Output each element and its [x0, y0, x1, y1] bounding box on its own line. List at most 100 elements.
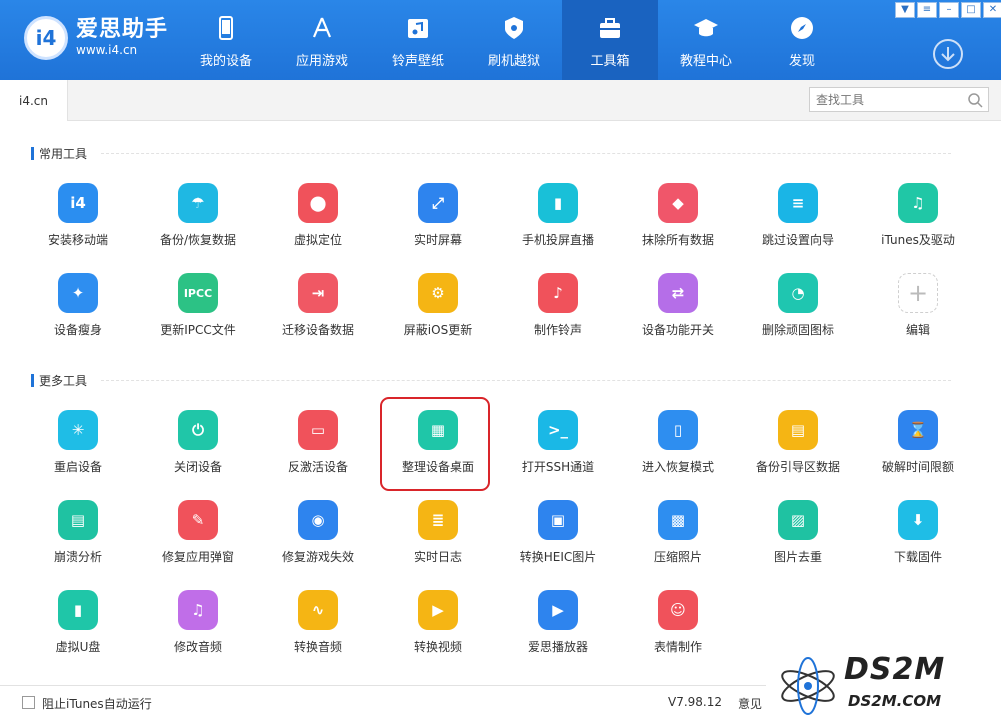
close-button[interactable]: ✕: [983, 2, 1001, 18]
tool-item[interactable]: ☺ 表情制作: [618, 588, 738, 678]
tool-item[interactable]: + 编辑: [858, 271, 978, 361]
tool-item[interactable]: ▨ 图片去重: [738, 498, 858, 588]
tool-item[interactable]: ✎ 修复应用弹窗: [138, 498, 258, 588]
nav-ringtones[interactable]: 铃声壁纸: [370, 0, 466, 80]
tool-item[interactable]: ✳ 重启设备: [18, 408, 138, 498]
nav-tutorials[interactable]: 教程中心: [658, 0, 754, 80]
tool-item[interactable]: ◔ 删除顽固图标: [738, 271, 858, 361]
shirt-icon: ▼: [901, 4, 909, 15]
section-more-header: 更多工具: [31, 372, 952, 388]
tool-item[interactable]: ≣ 实时日志: [378, 498, 498, 588]
nav-toolbox[interactable]: 工具箱: [562, 0, 658, 80]
tool-label: 反激活设备: [287, 460, 348, 474]
tool-item[interactable]: ▩ 压缩照片: [618, 498, 738, 588]
close-icon: ✕: [988, 4, 998, 15]
tool-item[interactable]: ◉ 修复游戏失效: [258, 498, 378, 588]
nav-flash[interactable]: 刷机越狱: [466, 0, 562, 80]
tool-item[interactable]: ▤ 备份引导区数据: [738, 408, 858, 498]
tool-item[interactable]: ♫ iTunes及驱动: [858, 181, 978, 271]
tab-label: i4.cn: [19, 93, 48, 108]
toolbox-icon: [600, 18, 620, 38]
tab-i4cn[interactable]: i4.cn: [0, 80, 68, 121]
tool-item[interactable]: ▶ 爱思播放器: [498, 588, 618, 678]
tool-label: 删除顽固图标: [761, 323, 834, 337]
tool-item[interactable]: ∿ 转换音频: [258, 588, 378, 678]
tool-item[interactable]: ▣ 转换HEIC图片: [498, 498, 618, 588]
tool-label: 转换音频: [293, 640, 342, 654]
nav-label: 应用游戏: [295, 54, 348, 69]
menu-icon: ≡: [922, 4, 932, 15]
tool-icon: ≡: [778, 183, 818, 223]
tool-label: 编辑: [905, 323, 930, 337]
tool-label: 安装移动端: [47, 233, 108, 247]
tool-icon: ⚙: [418, 273, 458, 313]
tool-icon: ◔: [778, 273, 818, 313]
nav-discover[interactable]: 发现: [754, 0, 850, 80]
menu-button[interactable]: ≡: [917, 2, 937, 18]
compass-icon: [791, 17, 813, 39]
common-tools-grid: i4 安装移动端 ☂ 备份/恢复数据 ⬤ 虚拟定位 ⤢ 实时屏幕 ▮ 手机投屏直播 ◆ 抹除所有数据 ≡…: [18, 181, 978, 361]
main-nav: 我的设备 应用游戏 铃声壁纸 刷机越狱 工具箱 教程中心 发现: [178, 0, 850, 80]
tool-label: 压缩照片: [653, 550, 702, 564]
tool-item[interactable]: ▮ 虚拟U盘: [18, 588, 138, 678]
minimize-button[interactable]: –: [939, 2, 959, 18]
feedback-link[interactable]: 意见: [738, 695, 762, 712]
tool-item[interactable]: ☂ 备份/恢复数据: [138, 181, 258, 271]
search-input[interactable]: [816, 92, 962, 107]
nav-label: 刷机越狱: [487, 54, 540, 69]
tool-icon: ▶: [538, 590, 578, 630]
watermark: DS2M DS2M.COM: [766, 652, 1001, 719]
tool-item[interactable]: ⇄ 设备功能开关: [618, 271, 738, 361]
tool-item[interactable]: ▯ 进入恢复模式: [618, 408, 738, 498]
block-itunes-label[interactable]: 阻止iTunes自动运行: [42, 695, 152, 712]
tool-item[interactable]: ✦ 设备瘦身: [18, 271, 138, 361]
tool-item[interactable]: ⤢ 实时屏幕: [378, 181, 498, 271]
tool-label: 崩溃分析: [53, 550, 102, 564]
nav-my-device[interactable]: 我的设备: [178, 0, 274, 80]
tool-item[interactable]: ▶ 转换视频: [378, 588, 498, 678]
app-window: i4 爱思助手 www.i4.cn 我的设备 应用游戏 铃声壁纸 刷机越狱 工具…: [0, 0, 1001, 719]
tool-label: 重启设备: [53, 460, 102, 474]
tool-item[interactable]: ▤ 崩溃分析: [18, 498, 138, 588]
tool-item[interactable]: ▦ 整理设备桌面: [378, 408, 498, 498]
tool-item[interactable]: IPCC 更新IPCC文件: [138, 271, 258, 361]
tool-icon: ⤢: [418, 183, 458, 223]
tool-item[interactable]: ⚙ 屏蔽iOS更新: [378, 271, 498, 361]
tool-label: 修改音频: [173, 640, 222, 654]
skin-button[interactable]: ▼: [895, 2, 915, 18]
tool-icon: ▤: [778, 410, 818, 450]
music-icon: [408, 19, 428, 38]
tool-icon: ⬇: [898, 500, 938, 540]
tool-item[interactable]: ⏻ 关闭设备: [138, 408, 258, 498]
section-marker: [31, 146, 34, 160]
tool-item[interactable]: >_ 打开SSH通道: [498, 408, 618, 498]
tool-item[interactable]: ◆ 抹除所有数据: [618, 181, 738, 271]
tool-item[interactable]: ⇥ 迁移设备数据: [258, 271, 378, 361]
section-title: 更多工具: [39, 373, 88, 388]
tool-icon: i4: [58, 183, 98, 223]
tool-item[interactable]: ≡ 跳过设置向导: [738, 181, 858, 271]
tool-item[interactable]: ⬤ 虚拟定位: [258, 181, 378, 271]
tool-item[interactable]: i4 安装移动端: [18, 181, 138, 271]
tool-item[interactable]: ♪ 制作铃声: [498, 271, 618, 361]
search-icon[interactable]: [967, 92, 983, 108]
tool-item[interactable]: ▮ 手机投屏直播: [498, 181, 618, 271]
tool-icon: ∿: [298, 590, 338, 630]
tool-icon: ☺: [658, 590, 698, 630]
brand-name: 爱思助手: [76, 17, 169, 42]
search-box[interactable]: [809, 87, 989, 112]
tool-item[interactable]: ⬇ 下载固件: [858, 498, 978, 588]
nav-apps[interactable]: 应用游戏: [274, 0, 370, 80]
tool-item[interactable]: ⌛ 破解时间限额: [858, 408, 978, 498]
tool-item[interactable]: ♫ 修改音频: [138, 588, 258, 678]
tool-item[interactable]: ▭ 反激活设备: [258, 408, 378, 498]
phone-icon: [219, 16, 233, 40]
tool-icon: ⌛: [898, 410, 938, 450]
tool-icon: ▮: [538, 183, 578, 223]
block-itunes-checkbox[interactable]: [22, 696, 35, 709]
tool-label: 转换视频: [413, 640, 462, 654]
download-manager-button[interactable]: [933, 39, 963, 69]
divider: [101, 152, 952, 154]
tool-label: 备份/恢复数据: [159, 233, 237, 247]
maximize-button[interactable]: □: [961, 2, 981, 18]
